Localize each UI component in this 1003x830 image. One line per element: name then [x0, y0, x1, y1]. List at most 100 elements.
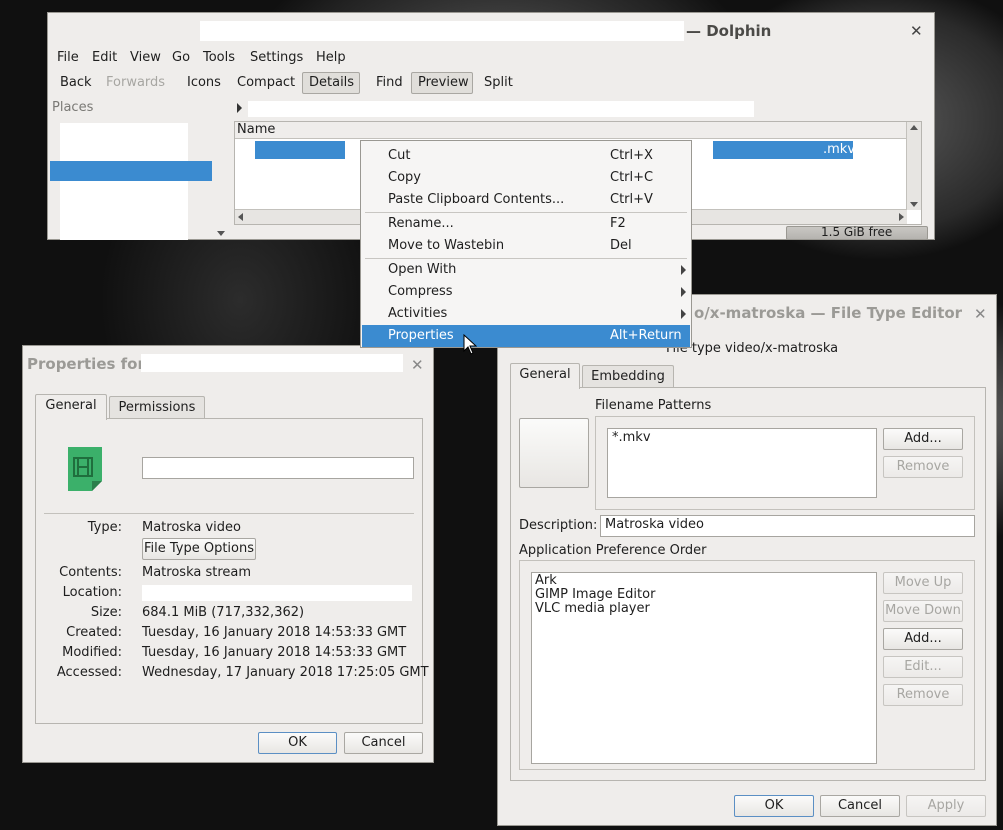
- menu-view[interactable]: View: [130, 50, 161, 65]
- menu-help[interactable]: Help: [316, 50, 346, 65]
- menu-item-move-to-wastebin[interactable]: Move to Wastebin Del: [362, 235, 690, 257]
- remove-pattern-label: Remove: [896, 459, 950, 474]
- app-item-gimp[interactable]: GIMP Image Editor: [535, 588, 655, 602]
- accessed-label: Accessed:: [56, 665, 122, 680]
- filename-input[interactable]: [142, 457, 414, 479]
- cancel-button[interactable]: Cancel: [820, 795, 900, 817]
- menu-item-rename[interactable]: Rename... F2: [362, 213, 690, 235]
- redacted-path: [200, 21, 684, 41]
- vertical-scrollbar[interactable]: [906, 122, 921, 210]
- left-scroll-down-icon[interactable]: [217, 231, 225, 236]
- remove-app-label: Remove: [896, 687, 950, 702]
- ok-button[interactable]: OK: [734, 795, 814, 817]
- menu-item-shortcut: Alt+Return: [610, 328, 682, 343]
- menu-go[interactable]: Go: [172, 50, 190, 65]
- back-button[interactable]: Back: [60, 75, 92, 90]
- find-button[interactable]: Find: [376, 75, 403, 90]
- places-selected-item[interactable]: [50, 161, 212, 181]
- tab-general[interactable]: General: [35, 394, 107, 420]
- remove-app-button[interactable]: Remove: [883, 684, 963, 706]
- split-button[interactable]: Split: [484, 75, 513, 90]
- description-input[interactable]: Matroska video: [600, 515, 975, 537]
- redacted-location: [142, 585, 412, 601]
- mime-icon-button[interactable]: [519, 418, 589, 488]
- menu-item-compress[interactable]: Compress: [362, 281, 690, 303]
- add-app-button[interactable]: Add...: [883, 628, 963, 650]
- size-value: 684.1 MiB (717,332,362): [142, 605, 305, 620]
- pattern-item[interactable]: *.mkv: [612, 431, 651, 445]
- places-list[interactable]: [60, 123, 188, 240]
- close-icon[interactable]: ✕: [411, 356, 424, 374]
- add-pattern-label: Add...: [904, 431, 942, 446]
- tab-general[interactable]: General: [510, 363, 580, 389]
- menu-item-copy[interactable]: Copy Ctrl+C: [362, 167, 690, 189]
- contents-value: Matroska stream: [142, 565, 252, 580]
- tab-permissions[interactable]: Permissions: [109, 396, 205, 420]
- dolphin-title: — Dolphin: [686, 22, 772, 40]
- menu-item-properties[interactable]: Properties Alt+Return: [362, 325, 690, 347]
- scroll-down-icon[interactable]: [910, 202, 918, 207]
- app-item-vlc[interactable]: VLC media player: [535, 602, 650, 616]
- file-type-editor-dialog: o/x-matroska — File Type Editor ✕ File t…: [497, 294, 997, 826]
- ok-label: OK: [288, 735, 307, 750]
- menu-tools[interactable]: Tools: [203, 50, 235, 65]
- apply-label: Apply: [927, 798, 965, 813]
- close-icon[interactable]: ✕: [974, 305, 987, 323]
- forward-button[interactable]: Forwards: [106, 75, 165, 90]
- modified-label: Modified:: [62, 645, 122, 660]
- places-label: Places: [52, 100, 94, 115]
- close-icon[interactable]: ✕: [910, 22, 923, 40]
- free-space-label: 1.5 GiB free: [821, 225, 893, 239]
- move-down-button[interactable]: Move Down: [883, 600, 963, 622]
- video-file-icon: [68, 447, 102, 491]
- menu-file[interactable]: File: [57, 50, 79, 65]
- apply-button[interactable]: Apply: [906, 795, 986, 817]
- accessed-value: Wednesday, 17 January 2018 17:25:05 GMT: [142, 665, 429, 680]
- menu-item-label: Paste Clipboard Contents...: [388, 192, 565, 207]
- move-up-button[interactable]: Move Up: [883, 572, 963, 594]
- submenu-arrow-icon: [681, 287, 686, 297]
- created-value: Tuesday, 16 January 2018 14:53:33 GMT: [142, 625, 407, 640]
- breadcrumb[interactable]: [234, 99, 754, 119]
- menu-item-label: Copy: [388, 170, 421, 185]
- scroll-up-icon[interactable]: [910, 125, 918, 130]
- ok-button[interactable]: OK: [258, 732, 337, 754]
- modified-value: Tuesday, 16 January 2018 14:53:33 GMT: [142, 645, 407, 660]
- remove-pattern-button[interactable]: Remove: [883, 456, 963, 478]
- compact-view-button[interactable]: Compact: [237, 75, 295, 90]
- preview-button[interactable]: Preview: [418, 75, 469, 90]
- menu-edit[interactable]: Edit: [92, 50, 117, 65]
- add-pattern-button[interactable]: Add...: [883, 428, 963, 450]
- menu-item-label: Compress: [388, 284, 453, 299]
- divider: [44, 513, 414, 514]
- app-item-ark[interactable]: Ark: [535, 574, 557, 588]
- menu-item-label: Move to Wastebin: [388, 238, 505, 253]
- cancel-button[interactable]: Cancel: [344, 732, 423, 754]
- add-app-label: Add...: [904, 631, 942, 646]
- column-header[interactable]: Name: [235, 122, 921, 139]
- location-label: Location:: [62, 585, 122, 600]
- tab-embedding[interactable]: Embedding: [582, 365, 674, 389]
- column-name-label: Name: [237, 122, 276, 137]
- scroll-left-icon[interactable]: [238, 213, 243, 221]
- details-view-button[interactable]: Details: [309, 75, 354, 90]
- file-type-options-button[interactable]: File Type Options: [142, 538, 256, 560]
- menu-item-shortcut: Ctrl+C: [610, 170, 654, 185]
- icons-view-button[interactable]: Icons: [187, 75, 221, 90]
- move-down-label: Move Down: [885, 603, 961, 618]
- menu-item-activities[interactable]: Activities: [362, 303, 690, 325]
- menu-item-paste[interactable]: Paste Clipboard Contents... Ctrl+V: [362, 189, 690, 211]
- menu-item-label: Activities: [388, 306, 448, 321]
- submenu-arrow-icon: [681, 265, 686, 275]
- places-panel: Places: [48, 97, 213, 240]
- menu-item-open-with[interactable]: Open With: [362, 259, 690, 281]
- scroll-right-icon[interactable]: [899, 213, 904, 221]
- menu-item-cut[interactable]: Cut Ctrl+X: [362, 145, 690, 167]
- dolphin-titlebar[interactable]: — Dolphin ✕: [48, 13, 934, 49]
- patterns-list[interactable]: *.mkv: [607, 428, 877, 498]
- filename-patterns-label: Filename Patterns: [595, 398, 712, 413]
- edit-app-button[interactable]: Edit...: [883, 656, 963, 678]
- menu-settings[interactable]: Settings: [250, 50, 303, 65]
- app-list[interactable]: Ark GIMP Image Editor VLC media player: [531, 572, 877, 764]
- free-space-bar: 1.5 GiB free: [786, 225, 928, 240]
